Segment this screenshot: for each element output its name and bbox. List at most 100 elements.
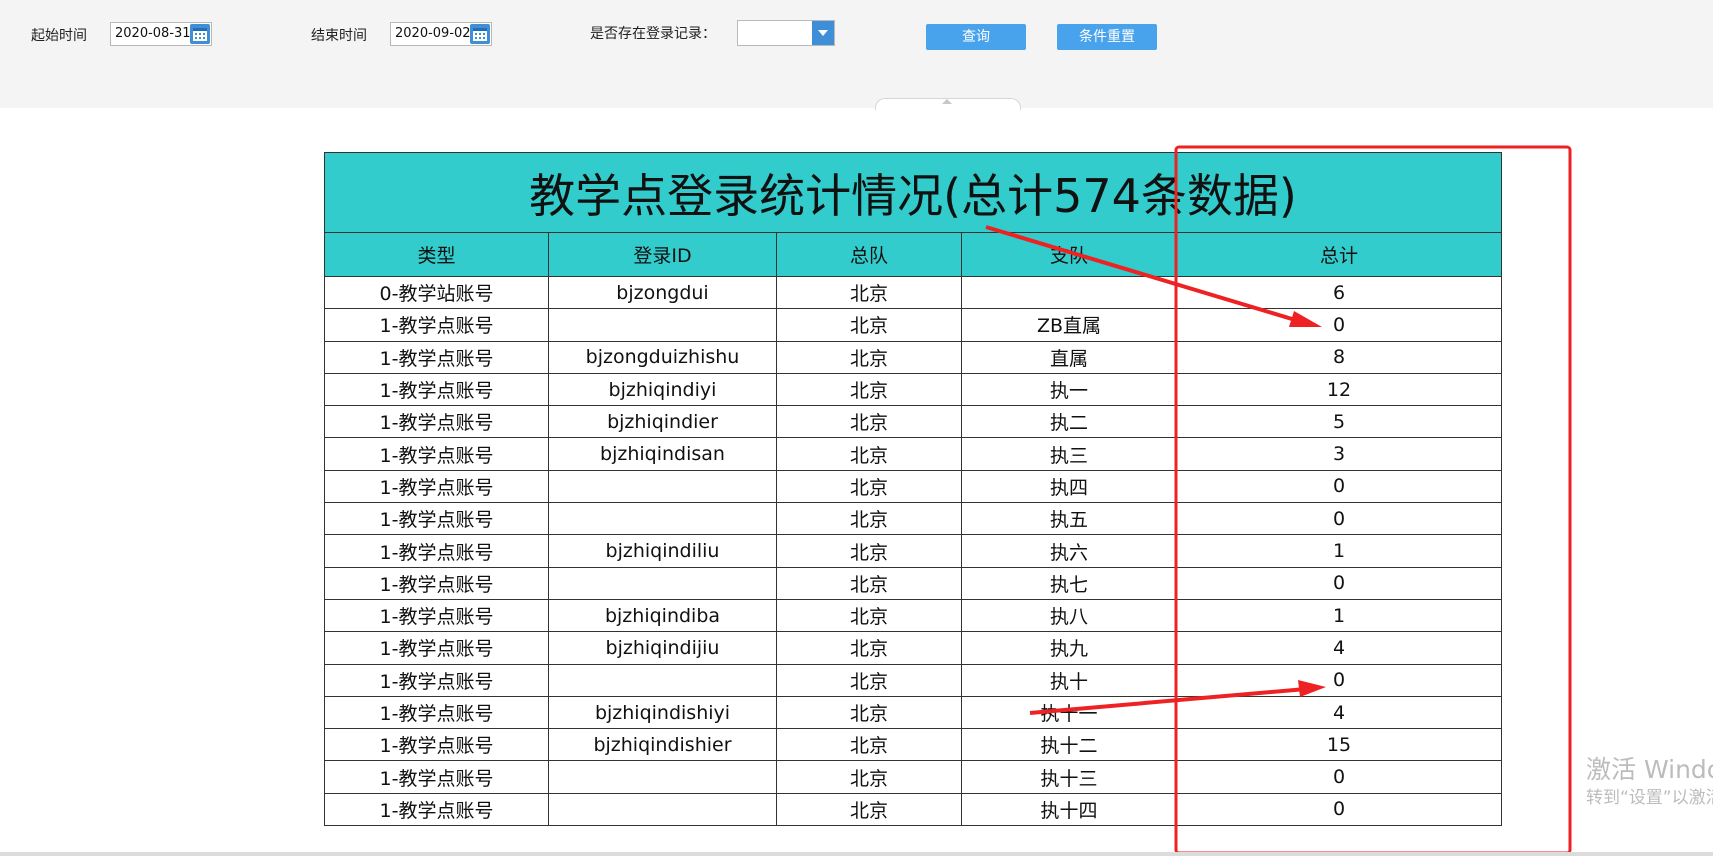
type-cell: 1-教学点账号	[324, 760, 549, 794]
detachment-cell: 直属	[961, 340, 1177, 374]
table-row: 1-教学点账号 bjzhiqindier 北京 执二 5	[324, 405, 1503, 439]
total-cell: 12	[1175, 372, 1503, 407]
table-row: 1-教学点账号 北京 执四 0	[324, 469, 1503, 504]
calendar-icon[interactable]	[470, 24, 490, 44]
type-cell: 1-教学点账号	[324, 792, 549, 827]
calendar-icon[interactable]	[190, 24, 210, 44]
login-record-select[interactable]	[737, 20, 835, 46]
login-id-cell	[548, 469, 777, 504]
corps-cell: 北京	[776, 760, 962, 794]
corps-cell: 北京	[776, 695, 962, 730]
table-row: 1-教学点账号 北京 执五 0	[324, 502, 1503, 536]
login-id-cell: bjzongdui	[548, 275, 777, 310]
table-row: 1-教学点账号 bjzhiqindishiyi 北京 执十一 4	[324, 695, 1503, 730]
query-button[interactable]: 查询	[926, 24, 1026, 50]
type-cell: 1-教学点账号	[324, 631, 549, 665]
total-cell: 0	[1175, 792, 1503, 827]
login-record-label: 是否存在登录记录：	[590, 26, 716, 42]
activation-watermark: 激活 Windo	[1586, 755, 1713, 784]
column-header: 支队	[961, 232, 1177, 277]
corps-cell: 北京	[776, 792, 962, 827]
report-table: 教学点登录统计情况(总计574条数据) 类型 登录ID 总队 支队 总计 0-教…	[323, 152, 1503, 827]
corps-cell: 北京	[776, 663, 962, 697]
column-header: 总队	[776, 232, 962, 277]
type-cell: 1-教学点账号	[324, 372, 549, 407]
bottom-scrollbar[interactable]	[0, 852, 1713, 856]
detachment-cell: 执十一	[961, 695, 1177, 730]
total-cell: 4	[1175, 695, 1503, 730]
type-cell: 1-教学点账号	[324, 405, 549, 439]
end-date-input[interactable]: 2020-09-02...	[390, 22, 492, 46]
detachment-cell: 执三	[961, 437, 1177, 471]
filter-bar: 起始时间 2020-08-31... 结束时间 2020-09-02...	[0, 0, 1713, 108]
type-cell: 1-教学点账号	[324, 663, 549, 697]
table-row: 1-教学点账号 bjzhiqindijiu 北京 执九 4	[324, 631, 1503, 665]
collapse-toggle[interactable]	[875, 98, 1021, 110]
type-cell: 1-教学点账号	[324, 502, 549, 536]
detachment-cell: 执七	[961, 566, 1177, 600]
detachment-cell: 执八	[961, 598, 1177, 633]
corps-cell: 北京	[776, 469, 962, 504]
corps-cell: 北京	[776, 405, 962, 439]
detachment-cell: 执六	[961, 534, 1177, 568]
end-time-label: 结束时间	[311, 28, 367, 44]
login-id-cell: bjzhiqindiba	[548, 598, 777, 633]
table-row: 1-教学点账号 北京 执七 0	[324, 566, 1503, 600]
column-header: 类型	[324, 232, 549, 277]
type-cell: 1-教学点账号	[324, 308, 549, 342]
detachment-cell: 执四	[961, 469, 1177, 504]
table-row: 0-教学站账号 bjzongdui 北京 6	[324, 275, 1503, 310]
detachment-cell: 执十三	[961, 760, 1177, 794]
table-row: 1-教学点账号 北京 执十 0	[324, 663, 1503, 697]
login-id-cell: bjzhiqindishiyi	[548, 695, 777, 730]
login-id-cell	[548, 792, 777, 827]
type-cell: 1-教学点账号	[324, 437, 549, 471]
type-cell: 1-教学点账号	[324, 566, 549, 600]
table-row: 1-教学点账号 bjzongduizhishu 北京 直属 8	[324, 340, 1503, 374]
corps-cell: 北京	[776, 566, 962, 600]
type-cell: 1-教学点账号	[324, 728, 549, 762]
total-cell: 4	[1175, 631, 1503, 665]
corps-cell: 北京	[776, 502, 962, 536]
header-row: 类型 登录ID 总队 支队 总计	[324, 232, 1503, 277]
table-row: 1-教学点账号 bjzhiqindiliu 北京 执六 1	[324, 534, 1503, 568]
login-id-cell: bjzhiqindishier	[548, 728, 777, 762]
total-cell: 8	[1175, 340, 1503, 374]
total-cell: 5	[1175, 405, 1503, 439]
detachment-cell: 执十四	[961, 792, 1177, 827]
corps-cell: 北京	[776, 534, 962, 568]
detachment-cell: 执十二	[961, 728, 1177, 762]
total-cell: 1	[1175, 598, 1503, 633]
login-id-cell	[548, 308, 777, 342]
type-cell: 1-教学点账号	[324, 534, 549, 568]
total-cell: 0	[1175, 760, 1503, 794]
column-header: 登录ID	[548, 232, 777, 277]
login-id-cell	[548, 663, 777, 697]
table-row: 1-教学点账号 bjzhiqindiyi 北京 执一 12	[324, 372, 1503, 407]
login-id-cell: bjzhiqindisan	[548, 437, 777, 471]
total-cell: 6	[1175, 275, 1503, 310]
total-cell: 0	[1175, 502, 1503, 536]
login-id-cell	[548, 566, 777, 600]
login-id-cell: bjzhiqindiliu	[548, 534, 777, 568]
start-date-input[interactable]: 2020-08-31...	[110, 22, 212, 46]
table-row: 1-教学点账号 bjzhiqindishier 北京 执十二 15	[324, 728, 1503, 762]
reset-button[interactable]: 条件重置	[1057, 24, 1157, 50]
detachment-cell: 执九	[961, 631, 1177, 665]
end-date-value: 2020-09-02...	[395, 26, 471, 41]
detachment-cell	[961, 275, 1177, 310]
corps-cell: 北京	[776, 308, 962, 342]
chevron-down-icon[interactable]	[812, 21, 834, 45]
detachment-cell: 执五	[961, 502, 1177, 536]
type-cell: 1-教学点账号	[324, 469, 549, 504]
login-id-cell: bjzongduizhishu	[548, 340, 777, 374]
login-id-cell: bjzhiqindijiu	[548, 631, 777, 665]
total-cell: 0	[1175, 566, 1503, 600]
activation-watermark-sub: 转到“设置”以激活	[1586, 788, 1713, 808]
corps-cell: 北京	[776, 598, 962, 633]
corps-cell: 北京	[776, 372, 962, 407]
table-row: 1-教学点账号 bjzhiqindiba 北京 执八 1	[324, 598, 1503, 633]
report-title: 教学点登录统计情况(总计574条数据)	[323, 152, 1503, 233]
type-cell: 1-教学点账号	[324, 340, 549, 374]
login-id-cell: bjzhiqindier	[548, 405, 777, 439]
